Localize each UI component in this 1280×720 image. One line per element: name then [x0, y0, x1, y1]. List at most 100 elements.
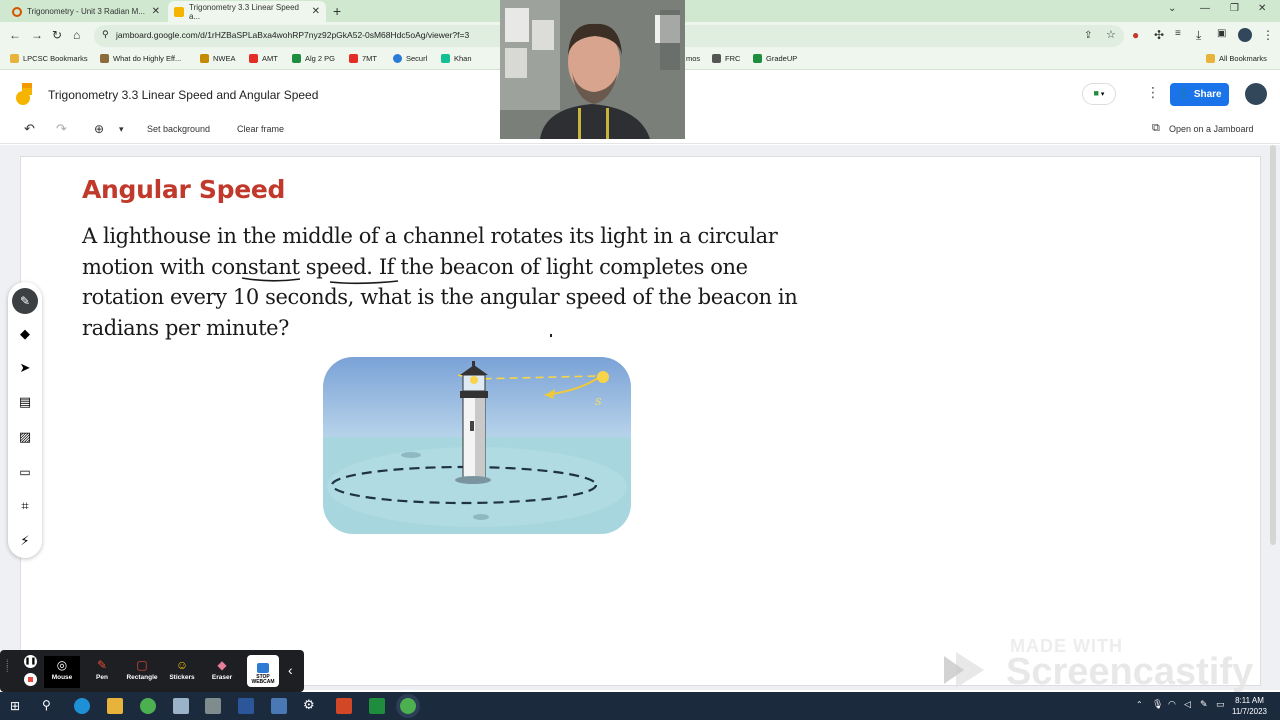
meet-button[interactable]: ■ ▾	[1082, 83, 1116, 105]
tab-trig-unit3[interactable]: Trigonometry - Unit 3 Radian M... ✕	[6, 1, 166, 22]
drag-handle-icon[interactable]: ⁞ ⁞	[6, 659, 9, 674]
bookmark-7mt[interactable]: 7MT	[349, 54, 377, 63]
bookmark-amt[interactable]: AMT	[249, 54, 278, 63]
close-icon[interactable]: ✕	[152, 6, 160, 17]
bookmark-gradeup[interactable]: GradeUP	[753, 54, 797, 63]
all-bookmarks[interactable]: All Bookmarks	[1206, 54, 1267, 63]
tab-title: Trigonometry - Unit 3 Radian M...	[27, 7, 145, 16]
site-icon	[292, 54, 301, 63]
mouse-icon: ◎	[56, 658, 68, 672]
eraser-icon[interactable]: ◆	[16, 325, 34, 343]
webcam-icon	[257, 663, 269, 673]
chevron-down-icon[interactable]: ▾	[119, 124, 124, 135]
search-icon[interactable]: ⚲	[42, 698, 51, 712]
image-icon[interactable]: ▨	[16, 428, 34, 446]
undo-icon[interactable]: ↶	[24, 121, 35, 137]
chrome-menu-icon[interactable]: ⋮	[1262, 28, 1274, 42]
app-icon[interactable]	[271, 698, 287, 714]
tab-search-chevron-icon[interactable]: ⌄	[1168, 3, 1176, 14]
stickers-tool-button[interactable]: ☺ Stickers	[164, 656, 200, 688]
pause-icon[interactable]: ❚❚	[24, 655, 37, 668]
tray-chevron-icon[interactable]: ⌃	[1136, 700, 1143, 709]
chrome-active-icon[interactable]	[400, 698, 416, 714]
edge-icon[interactable]	[74, 698, 90, 714]
bookmark-lpcsc[interactable]: LPCSC Bookmarks	[10, 54, 88, 63]
powerpoint-icon[interactable]	[336, 698, 352, 714]
bookmark-securl[interactable]: Securl	[393, 54, 427, 63]
shape-icon[interactable]: ▭	[16, 463, 34, 481]
close-icon[interactable]: ✕	[312, 6, 320, 17]
more-options-icon[interactable]: ⋮	[1146, 84, 1160, 101]
smiley-icon: ☺	[175, 658, 189, 672]
chevron-down-icon: ▾	[1098, 91, 1105, 98]
puzzle-icon[interactable]: ✣	[1154, 28, 1164, 42]
collapse-chevron-icon[interactable]: ‹	[288, 662, 293, 678]
redo-icon[interactable]: ↷	[56, 121, 67, 137]
clear-frame-button[interactable]: Clear frame	[237, 124, 284, 134]
slide-heading: Angular Speed	[82, 175, 286, 204]
mouse-tool-button[interactable]: ◎ Mouse	[44, 656, 80, 688]
pen-tool-button[interactable]: ✎ Pen	[84, 656, 120, 688]
sticky-note-icon[interactable]: ▤	[16, 393, 34, 411]
bookmark-alg2pg[interactable]: Alg 2 PG	[292, 54, 335, 63]
site-info-icon[interactable]: ⚲	[102, 29, 109, 40]
scrollbar[interactable]	[1270, 145, 1276, 545]
text-box-icon[interactable]: ⌗	[16, 497, 34, 515]
volume-icon[interactable]: ◁	[1184, 699, 1191, 710]
app-icon[interactable]	[173, 698, 189, 714]
problem-line: radians per minute?	[82, 315, 290, 340]
document-title[interactable]: Trigonometry 3.3 Linear Speed and Angula…	[48, 88, 318, 102]
microphone-icon[interactable]: 🎙	[1152, 699, 1163, 710]
home-icon[interactable]: ⌂	[73, 28, 80, 42]
new-tab-plus-icon[interactable]: +	[333, 3, 341, 19]
windows-start-icon[interactable]: ⊞	[10, 699, 20, 713]
avatar[interactable]	[1245, 83, 1267, 105]
profile-avatar[interactable]	[1238, 28, 1252, 42]
select-cursor-icon[interactable]: ➤	[16, 359, 34, 377]
open-on-jamboard-button[interactable]: Open on a Jamboard	[1169, 124, 1254, 134]
settings-gear-icon[interactable]: ⚙	[303, 697, 315, 713]
system-clock[interactable]: 8:11 AM 11/7/2023	[1232, 695, 1267, 717]
share-page-icon[interactable]: ⇪	[1084, 30, 1092, 41]
left-tool-rail: ✎ ◆ ➤ ▤ ▨ ▭ ⌗ ⚡	[8, 282, 42, 558]
file-explorer-icon[interactable]	[107, 698, 123, 714]
sidepanel-icon[interactable]: ▣	[1217, 28, 1226, 39]
youtube-icon	[349, 54, 358, 63]
extension-icon[interactable]: ●	[1132, 28, 1139, 42]
folder-icon	[10, 54, 19, 63]
pen-icon[interactable]: ✎	[12, 288, 38, 314]
back-arrow-icon[interactable]: ←	[9, 28, 21, 42]
camera-icon[interactable]	[205, 698, 221, 714]
stop-record-icon[interactable]	[24, 673, 37, 686]
wifi-icon[interactable]: ◠	[1168, 699, 1176, 710]
bookmark-nwea[interactable]: NWEA	[200, 54, 236, 63]
battery-icon[interactable]: ▭	[1216, 699, 1225, 710]
reload-icon[interactable]: ↻	[52, 28, 62, 42]
bookmark-frc[interactable]: FRC	[712, 54, 740, 63]
bookmark-highly-eff[interactable]: What do Highly Eff...	[100, 54, 181, 63]
tab-trig-3-3[interactable]: Trigonometry 3.3 Linear Speed a... ✕	[168, 1, 326, 22]
share-label: Share	[1193, 89, 1222, 100]
stop-webcam-button[interactable]: STOP WEBCAM	[247, 655, 279, 687]
app-icon[interactable]	[369, 698, 385, 714]
bookmark-khan[interactable]: Khan	[441, 54, 472, 63]
chrome-icon[interactable]	[140, 698, 156, 714]
zoom-icon[interactable]: ⊕	[94, 122, 104, 136]
eraser-tool-button[interactable]: ◆ Eraser	[204, 656, 240, 688]
open-external-icon: ⧉	[1152, 122, 1160, 134]
window-close-icon[interactable]: ✕	[1258, 3, 1266, 14]
jamboard-tab-icon	[174, 6, 184, 17]
pen-workspace-icon[interactable]: ✎	[1200, 699, 1208, 710]
minimize-icon[interactable]: —	[1200, 3, 1210, 14]
media-icon[interactable]: ≡	[1175, 28, 1181, 39]
bookmark-mos[interactable]: mos	[686, 54, 700, 63]
word-icon[interactable]	[238, 698, 254, 714]
share-button[interactable]: 👤 Share	[1170, 83, 1229, 106]
rectangle-tool-button[interactable]: ▢ Rectangle	[124, 656, 160, 688]
bookmark-star-icon[interactable]: ☆	[1106, 28, 1116, 41]
restore-icon[interactable]: ❐	[1230, 3, 1239, 14]
laser-icon[interactable]: ⚡	[16, 532, 34, 550]
forward-arrow-icon[interactable]: →	[31, 28, 43, 42]
download-icon[interactable]: ⤓	[1196, 28, 1201, 43]
set-background-button[interactable]: Set background	[147, 124, 210, 134]
